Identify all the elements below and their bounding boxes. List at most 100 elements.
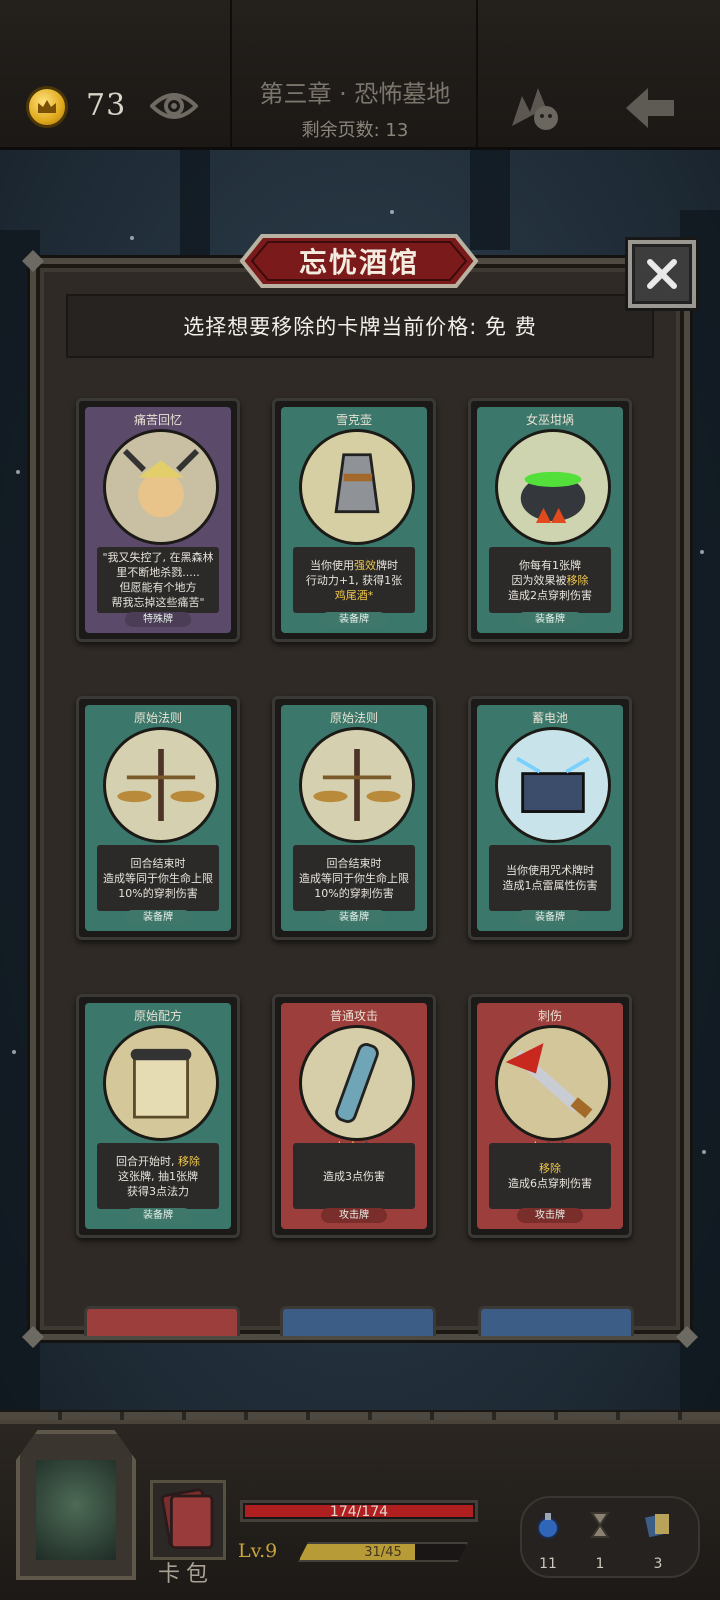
card-frame: 雪克壶 当你使用强效牌时 行动力+1, 获得1张 鸡尾酒* 装备牌 [281,407,427,633]
card-art [495,429,611,545]
card-description-line: 获得3点法力 [127,1184,189,1198]
chapter-title: 第三章 · 恐怖墓地 [259,80,451,108]
card-description-line: 造成等同于你生命上限 [299,871,409,885]
card-name: 原始配方 [133,1009,182,1023]
card-description-line: 移除 [539,1162,561,1175]
hourglass-counter[interactable]: 1 [580,1510,620,1572]
card-peek[interactable] [84,1306,240,1336]
card-frame: 原始法则回合结束时 造成等同于你生命上限 10%的穿刺伤害 装备牌 [85,705,231,931]
card-description-line: 10%的穿刺伤害 [118,886,198,900]
card-description: 当你使用咒术牌时 造成1点雷属性伤害 [489,845,611,911]
card-description-line: 这张牌, 抽1张牌 [118,1169,198,1183]
card[interactable]: 普通攻击★★★造成3点伤害攻击牌 [272,994,436,1238]
close-button[interactable] [628,240,696,308]
card-description-line: 当你使用咒术牌时 [506,864,594,877]
card-description-line: 回合结束时 [326,856,382,870]
card-name: 蓄电池 [531,711,568,725]
back-arrow-icon[interactable] [622,84,678,132]
card-description-line: 造成2点穿刺伤害 [508,588,592,602]
card-art [495,727,611,843]
card-art [299,429,415,545]
card-art [103,1025,219,1141]
pet-icon[interactable] [508,82,564,132]
card-description: "我又失控了, 在黑森林 里不断地杀戮..... 但愿能有个地方 帮我忘掉这些痛苦" [97,547,219,613]
pages-remaining: 剩余页数: 13 [301,120,409,141]
card-description-line: 但愿能有个地方 [119,581,197,594]
card-description-line: 10%的穿刺伤害 [314,886,394,900]
deck-label: 卡包 [158,1562,215,1587]
card-frame: 普通攻击★★★造成3点伤害攻击牌 [281,1003,427,1229]
card-description: 你每有1张牌 因为效果被移除 造成2点穿刺伤害 [489,547,611,613]
card-frame: 原始配方回合开始时, 移除 这张牌, 抽1张牌 获得3点法力 装备牌 [85,1003,231,1229]
top-bar: 73 第三章 · 恐怖墓地 剩余页数: 13 [0,0,720,150]
potion-count: 11 [539,1556,557,1572]
card-description-line: 鸡尾酒* [334,588,374,602]
hero-avatar[interactable] [16,1430,136,1580]
card-name: 雪克壶 [335,413,372,427]
potion-icon [537,1513,559,1539]
crown-coin-icon [26,86,68,128]
card-description: 回合开始时, 移除 这张牌, 抽1张牌 获得3点法力 [97,1143,219,1209]
modal-title: 忘忧酒馆 [228,232,490,290]
card-description-line: 造成等同于你生命上限 [103,871,213,885]
card-name: 原始法则 [133,711,182,725]
close-icon [647,259,677,289]
hp-text: 174/174 [329,1504,389,1520]
card-frame: 原始法则 回合结束时 造成等同于你生命上限 10%的穿刺伤害 装备牌 [281,705,427,931]
card[interactable]: 雪克壶 当你使用强效牌时 行动力+1, 获得1张 鸡尾酒* 装备牌 [272,398,436,642]
card-frame: 刺伤★★★移除造成6点穿刺伤害攻击牌 [477,1003,623,1229]
card-type-tag: 装备牌 [517,910,583,925]
card-name: 女巫坩埚 [525,413,574,427]
card-description-line: 你每有1张牌 [519,558,581,572]
hp-bar: 174/174 [240,1500,478,1522]
card-art [103,429,219,545]
hourglass-count: 1 [595,1556,605,1572]
deck-button[interactable] [150,1480,226,1560]
card-count: 3 [653,1556,663,1572]
card-type-tag: 装备牌 [125,910,191,925]
card-art [299,1025,415,1141]
card-description-line: 因为效果被移除 [511,573,589,587]
card-art [103,727,219,843]
card-art [299,727,415,843]
card-frame: 蓄电池当你使用咒术牌时 造成1点雷属性伤害 装备牌 [477,705,623,931]
card-type-tag: 攻击牌 [321,1208,387,1223]
card-type-tag: 装备牌 [321,910,387,925]
card-description-line: 帮我忘掉这些痛苦" [111,596,205,609]
card[interactable]: 刺伤★★★移除造成6点穿刺伤害攻击牌 [468,994,632,1238]
card-description: 当你使用强效牌时 行动力+1, 获得1张 鸡尾酒* [293,547,415,613]
card[interactable]: 女巫坩埚你每有1张牌 因为效果被移除 造成2点穿刺伤害 装备牌 [468,398,632,642]
card[interactable]: 原始配方回合开始时, 移除 这张牌, 抽1张牌 获得3点法力 装备牌 [76,994,240,1238]
potion-counter[interactable]: 11 [528,1510,568,1572]
card-description-line: 当你使用强效牌时 [310,558,398,572]
card-grid: 痛苦回忆 "我又失控了, 在黑森林 里不断地杀戮..... 但愿能有个地方 帮我忘掉这些… [58,362,662,1332]
card[interactable]: 原始法则 回合结束时 造成等同于你生命上限 10%的穿刺伤害 装备牌 [272,696,436,940]
card-frame: 痛苦回忆 "我又失控了, 在黑森林 里不断地杀戮..... 但愿能有个地方 帮我忘掉这些… [85,407,231,633]
card[interactable]: 痛苦回忆 "我又失控了, 在黑森林 里不断地杀戮..... 但愿能有个地方 帮我忘掉这些… [76,398,240,642]
card-frame: 女巫坩埚你每有1张牌 因为效果被移除 造成2点穿刺伤害 装备牌 [477,407,623,633]
card-art [495,1025,611,1141]
card-name: 痛苦回忆 [133,413,182,427]
card-description: 回合结束时 造成等同于你生命上限 10%的穿刺伤害 [293,845,415,911]
card-peek[interactable] [478,1306,634,1336]
xp-bar: 31/45 [298,1542,468,1562]
card-type-tag: 装备牌 [125,1208,191,1223]
card-peek[interactable] [280,1306,436,1336]
card-type-tag: 装备牌 [517,612,583,627]
card-description: 回合结束时 造成等同于你生命上限 10%的穿刺伤害 [97,845,219,911]
card-type-tag: 攻击牌 [517,1208,583,1223]
eye-icon[interactable] [150,88,198,124]
modal-title-text: 忘忧酒馆 [298,246,419,279]
card-description-line: 造成3点伤害 [323,1169,385,1183]
card-counter[interactable]: 3 [638,1510,678,1572]
card-name: 刺伤 [537,1009,562,1023]
level-label: Lv.9 [238,1540,278,1562]
card-description: 造成3点伤害 [293,1143,415,1209]
gold-count: 73 [86,88,127,123]
card-name: 普通攻击 [329,1009,378,1023]
card[interactable]: 蓄电池当你使用咒术牌时 造成1点雷属性伤害 装备牌 [468,696,632,940]
cards-icon [645,1514,669,1538]
card[interactable]: 原始法则回合结束时 造成等同于你生命上限 10%的穿刺伤害 装备牌 [76,696,240,940]
card-description-line: 回合结束时 [130,856,186,870]
price-prompt: 选择想要移除的卡牌当前价格: 免 费 [66,294,654,358]
